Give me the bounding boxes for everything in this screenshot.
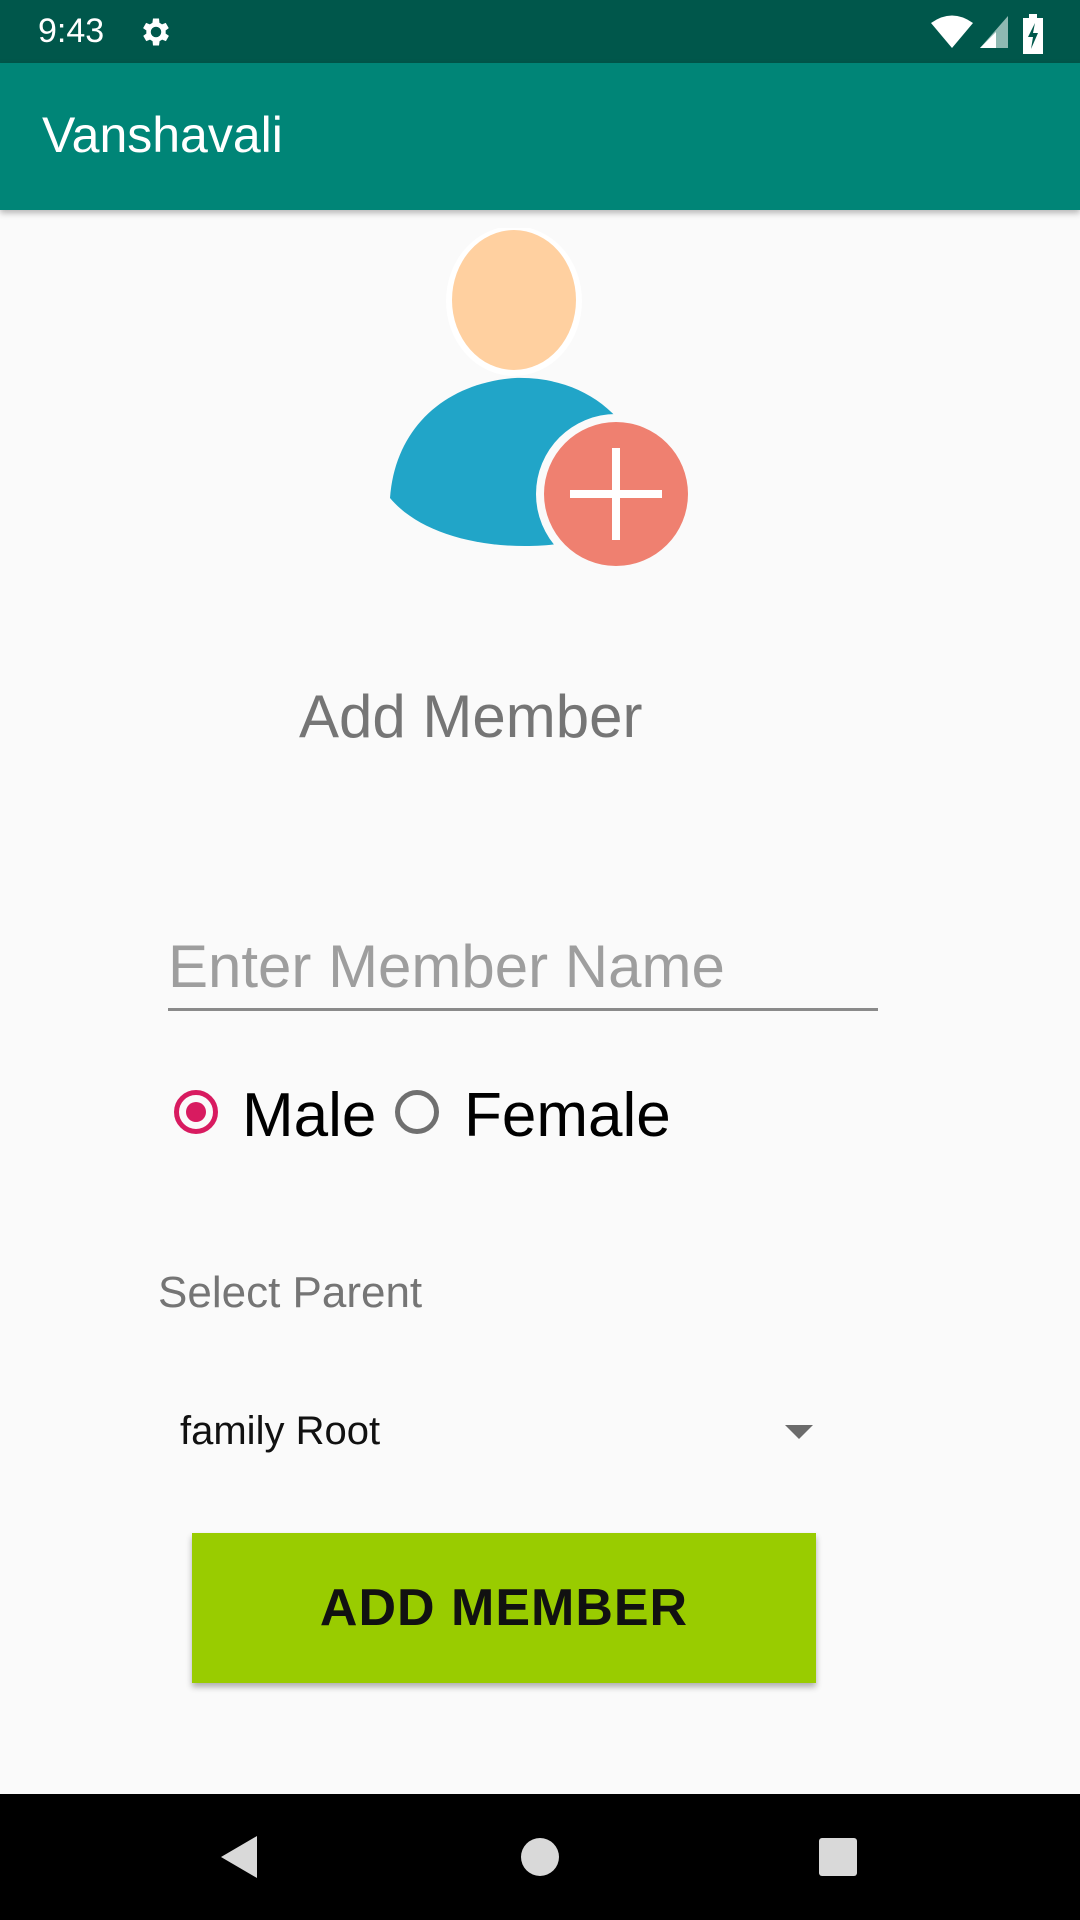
radio-female[interactable]: Female [392,1080,682,1152]
status-time: 9:43 [38,12,105,50]
page-heading: Add Member [299,683,643,750]
select-parent-label: Select Parent [158,1268,423,1317]
settings-gear-icon [143,18,169,46]
back-icon[interactable] [205,1824,271,1890]
app-title: Vanshavali [42,107,283,163]
app-bar: Vanshavali [0,63,1080,210]
radio-male-label: Male [242,1081,377,1150]
dropdown-arrow-icon [785,1425,813,1439]
add-member-screen: 9:43 Vanshavali Add Member Enter Member … [0,0,1080,1920]
status-icons [930,14,1050,54]
radio-unchecked-icon [395,1090,439,1134]
parent-selected-value: family Root [180,1409,381,1453]
radio-female-label: Female [464,1081,671,1150]
navigation-bar [0,1794,1080,1920]
parent-spinner[interactable]: family Root [158,1395,828,1471]
signal-icon [980,16,1008,48]
battery-charging-icon [1023,14,1043,54]
wifi-icon [931,15,973,48]
add-member-button[interactable]: ADD MEMBER [192,1533,816,1683]
recents-icon[interactable] [805,1824,871,1890]
member-name-input[interactable] [168,925,878,1011]
home-icon[interactable] [507,1824,573,1890]
radio-male[interactable]: Male [170,1080,380,1152]
add-user-icon [390,228,695,568]
radio-checked-icon [174,1090,218,1134]
status-bar: 9:43 [0,0,1080,63]
